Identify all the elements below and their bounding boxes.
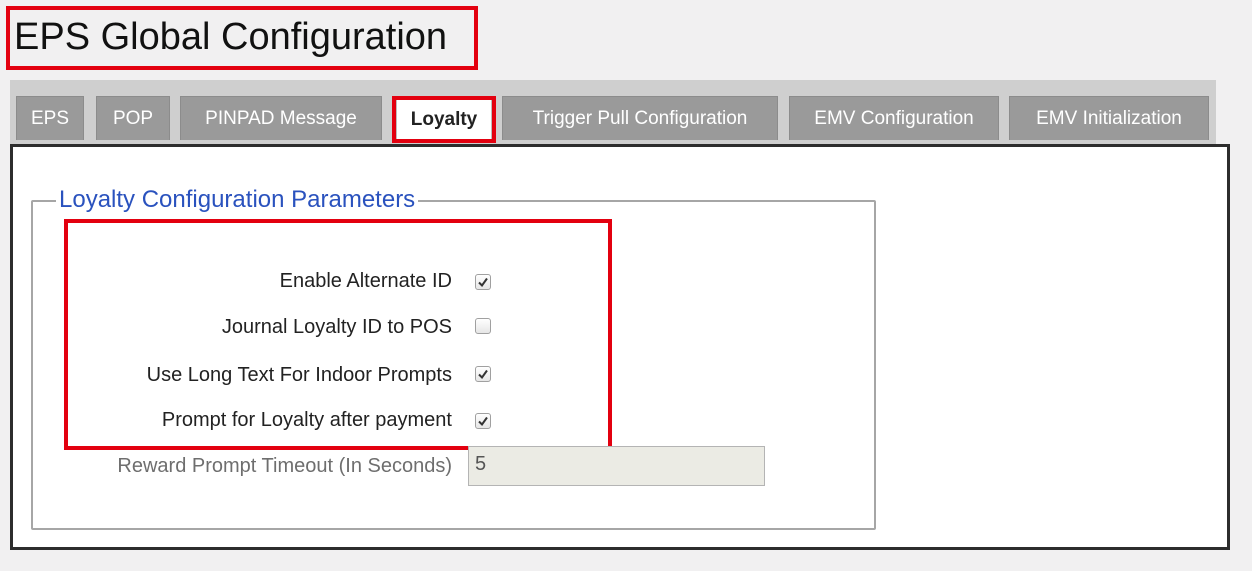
tab-pop[interactable]: POP (96, 96, 170, 140)
loyalty-tab-highlight-box (392, 96, 496, 143)
tab-pinpad-message[interactable]: PINPAD Message (180, 96, 382, 140)
tab-emv-configuration[interactable]: EMV Configuration (789, 96, 999, 140)
title-highlight-box (6, 6, 478, 70)
reward-prompt-timeout-field[interactable]: 5 (468, 446, 765, 486)
tab-trigger-pull-configuration[interactable]: Trigger Pull Configuration (502, 96, 778, 140)
eps-global-configuration-page: EPS Global Configuration EPS POP PINPAD … (0, 0, 1252, 571)
options-highlight-box (64, 219, 612, 450)
fieldset-legend: Loyalty Configuration Parameters (56, 186, 419, 214)
tab-eps[interactable]: EPS (16, 96, 84, 140)
tab-emv-initialization[interactable]: EMV Initialization (1009, 96, 1209, 140)
reward-prompt-timeout-label: Reward Prompt Timeout (In Seconds) (117, 455, 452, 477)
